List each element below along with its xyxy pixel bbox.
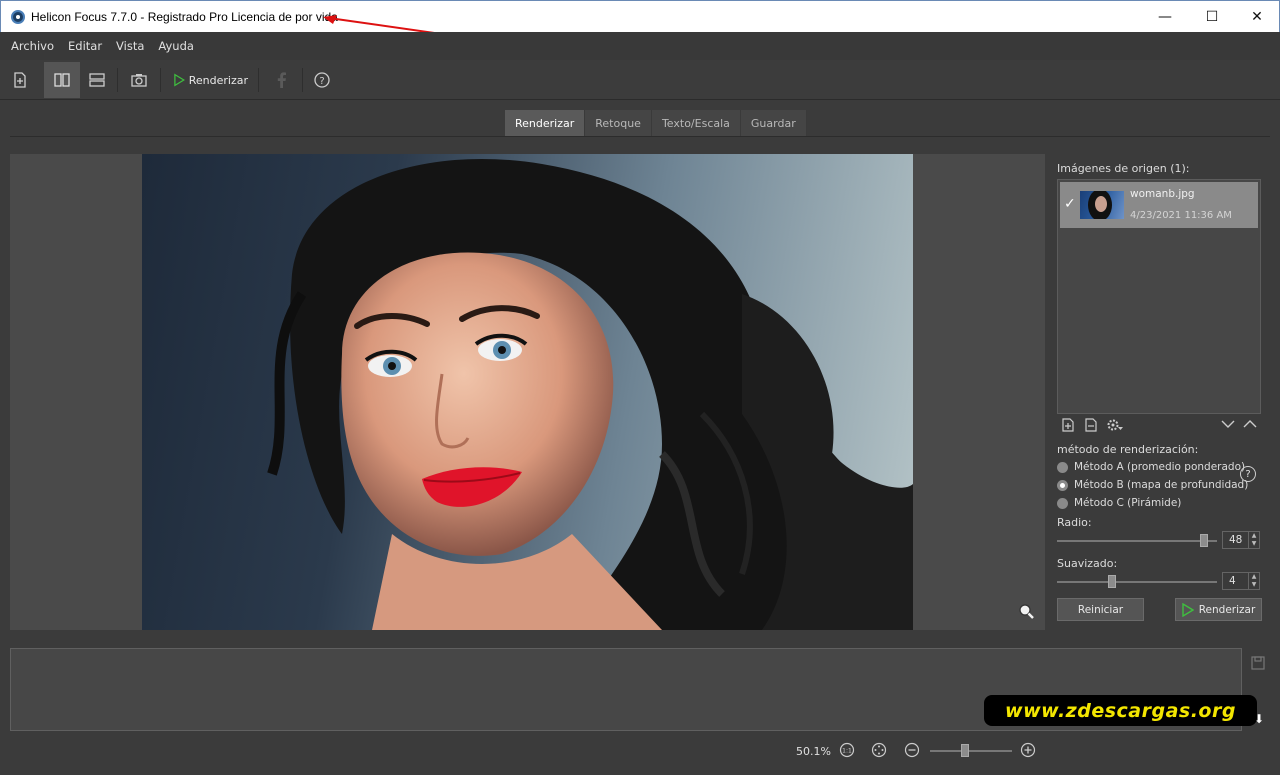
- tab-divider: [10, 136, 1270, 137]
- facebook-button[interactable]: [268, 62, 296, 98]
- toolbar-separator: [258, 68, 259, 92]
- portrait-illustration: [267, 158, 913, 630]
- thumbnail: [1080, 191, 1124, 219]
- tab-renderizar[interactable]: Renderizar: [505, 110, 586, 136]
- radius-label: Radio:: [1057, 516, 1092, 529]
- close-button[interactable]: ✕: [1234, 1, 1280, 33]
- checkmark-icon[interactable]: ✓: [1064, 196, 1076, 212]
- reset-button[interactable]: Reiniciar: [1057, 598, 1144, 621]
- zoom-level: 50.1%: [796, 745, 831, 758]
- toolbar-separator: [160, 68, 161, 92]
- zoom-out-icon[interactable]: [904, 742, 920, 758]
- radio-circle[interactable]: [1057, 479, 1068, 491]
- method-c-radio[interactable]: Método C (Pirámide): [1057, 497, 1181, 509]
- play-icon: [174, 73, 185, 87]
- camera-icon: [131, 74, 147, 87]
- split-horizontal-button[interactable]: [82, 62, 112, 98]
- add-image-icon[interactable]: [1062, 418, 1074, 432]
- camera-button[interactable]: [124, 62, 154, 98]
- window-title: Helicon Focus 7.7.0 - Registrado Pro Lic…: [31, 10, 338, 24]
- menu-ayuda[interactable]: Ayuda: [151, 39, 201, 53]
- fit-to-window-icon[interactable]: [871, 742, 887, 758]
- spin-arrows-icon[interactable]: ▲ ▼: [1248, 573, 1259, 589]
- toolbar-separator: [302, 68, 303, 92]
- list-item[interactable]: ✓ womanb.jpg 4/23/2021 11:36 AM: [1060, 182, 1258, 228]
- split-vertical-icon: [54, 73, 70, 87]
- radius-slider-track[interactable]: [1057, 540, 1217, 542]
- menu-archivo[interactable]: Archivo: [4, 39, 61, 53]
- render-toolbar-button[interactable]: Renderizar: [168, 62, 248, 98]
- smoothing-value: 4: [1229, 575, 1236, 587]
- render-button[interactable]: Renderizar: [1175, 598, 1262, 621]
- file-name: womanb.jpg: [1130, 188, 1195, 200]
- source-image-list[interactable]: ✓ womanb.jpg 4/23/2021 11:36 AM: [1057, 179, 1261, 414]
- minimize-button[interactable]: —: [1142, 1, 1188, 33]
- tab-texto-escala[interactable]: Texto/Escala: [651, 110, 741, 136]
- method-b-label: Método B (mapa de profundidad): [1074, 479, 1249, 491]
- menu-vista[interactable]: Vista: [109, 39, 151, 53]
- help-icon: ?: [314, 72, 330, 88]
- add-file-icon: [14, 72, 26, 88]
- smoothing-slider-track[interactable]: [1057, 581, 1217, 583]
- render-toolbar-label: Renderizar: [188, 73, 248, 87]
- method-help-icon[interactable]: ?: [1240, 466, 1256, 482]
- spin-arrows-icon[interactable]: ▲ ▼: [1248, 532, 1259, 548]
- zoom-slider-thumb[interactable]: [961, 744, 969, 757]
- app-logo-icon: [11, 10, 25, 24]
- mode-tabs: Renderizar Retoque Texto/Escala Guardar: [505, 110, 807, 136]
- radio-circle[interactable]: [1057, 461, 1068, 473]
- gear-dropdown-icon[interactable]: [1107, 418, 1123, 432]
- radius-spinbox[interactable]: 48 ▲ ▼: [1222, 531, 1260, 549]
- radius-slider-thumb[interactable]: [1200, 534, 1208, 547]
- actual-size-icon[interactable]: 1:1: [839, 742, 855, 758]
- smoothing-spinbox[interactable]: 4 ▲ ▼: [1222, 572, 1260, 590]
- tab-guardar[interactable]: Guardar: [740, 110, 807, 136]
- radius-value: 48: [1229, 534, 1243, 546]
- toolbar: Renderizar ?: [0, 60, 1280, 100]
- render-button-label: Renderizar: [1198, 603, 1256, 616]
- magnifier-icon[interactable]: [1018, 603, 1034, 619]
- play-icon: [1182, 602, 1194, 617]
- file-icon[interactable]: [1085, 418, 1097, 432]
- title-bar: Helicon Focus 7.7.0 - Registrado Pro Lic…: [0, 0, 1280, 47]
- split-horizontal-icon: [89, 73, 105, 87]
- maximize-button[interactable]: ☐: [1189, 1, 1235, 33]
- render-method-title: método de renderización:: [1057, 443, 1199, 456]
- chevron-up-icon[interactable]: [1243, 418, 1257, 430]
- zoom-in-icon[interactable]: [1020, 742, 1036, 758]
- tab-retoque[interactable]: Retoque: [585, 110, 652, 136]
- toolbar-separator: [117, 68, 118, 92]
- zoom-slider-track[interactable]: [930, 750, 1012, 752]
- svg-text:?: ?: [319, 76, 324, 87]
- method-a-label: Método A (promedio ponderado): [1074, 461, 1246, 473]
- method-a-radio[interactable]: Método A (promedio ponderado): [1057, 461, 1245, 473]
- help-toolbar-button[interactable]: ?: [308, 62, 336, 98]
- split-vertical-button[interactable]: [44, 62, 80, 98]
- preview-image: [142, 154, 913, 630]
- svg-text:1:1: 1:1: [842, 748, 852, 755]
- method-b-radio[interactable]: Método B (mapa de profundidad): [1057, 479, 1248, 491]
- source-images-title: Imágenes de origen (1):: [1057, 162, 1190, 175]
- menu-editar[interactable]: Editar: [61, 39, 109, 53]
- smoothing-label: Suavizado:: [1057, 557, 1118, 570]
- smoothing-slider-thumb[interactable]: [1108, 575, 1116, 588]
- facebook-icon: [277, 72, 286, 88]
- chevron-down-icon[interactable]: [1221, 418, 1235, 430]
- add-file-button[interactable]: [6, 62, 34, 98]
- radio-circle[interactable]: [1057, 497, 1068, 509]
- image-viewer[interactable]: [10, 154, 1045, 630]
- method-c-label: Método C (Pirámide): [1074, 497, 1182, 509]
- save-log-icon[interactable]: [1251, 656, 1265, 670]
- file-date: 4/23/2021 11:36 AM: [1130, 210, 1232, 221]
- watermark-banner: www.zdescargas.org: [984, 695, 1257, 726]
- menu-bar: Archivo Editar Vista Ayuda: [0, 32, 1280, 60]
